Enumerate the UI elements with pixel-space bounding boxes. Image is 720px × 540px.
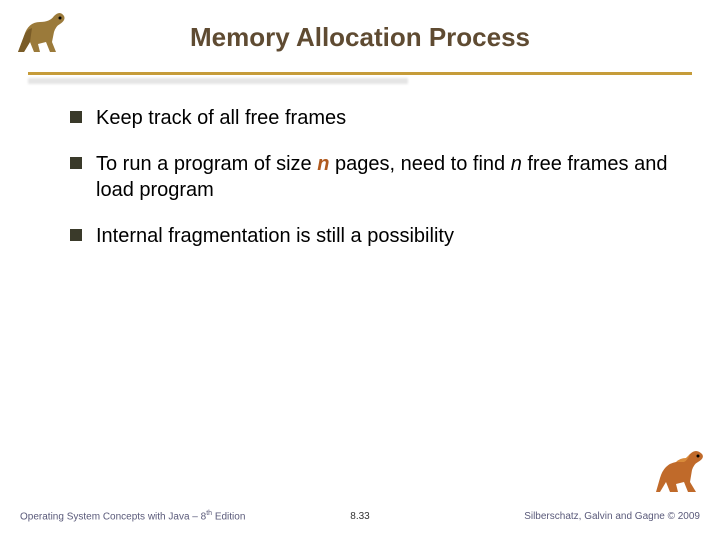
slide-footer: Operating System Concepts with Java – 8t… <box>0 490 720 530</box>
dinosaur-icon <box>650 448 710 498</box>
bullet-marker-icon <box>70 229 82 241</box>
slide-title: Memory Allocation Process <box>0 10 720 53</box>
bullet-marker-icon <box>70 157 82 169</box>
bullet-item: Keep track of all free frames <box>70 105 670 131</box>
footer-copyright: Silberschatz, Galvin and Gagne © 2009 <box>524 511 700 522</box>
title-rule <box>0 72 720 75</box>
slide-body: Keep track of all free frames To run a p… <box>0 75 720 249</box>
slide-header: Memory Allocation Process <box>0 0 720 70</box>
bullet-item: Internal fragmentation is still a possib… <box>70 223 670 249</box>
bullet-text: Keep track of all free frames <box>96 105 670 131</box>
bullet-text: Internal fragmentation is still a possib… <box>96 223 670 249</box>
bullet-text: To run a program of size n pages, need t… <box>96 151 670 203</box>
dinosaur-icon <box>10 8 70 58</box>
bullet-item: To run a program of size n pages, need t… <box>70 151 670 203</box>
bullet-marker-icon <box>70 111 82 123</box>
